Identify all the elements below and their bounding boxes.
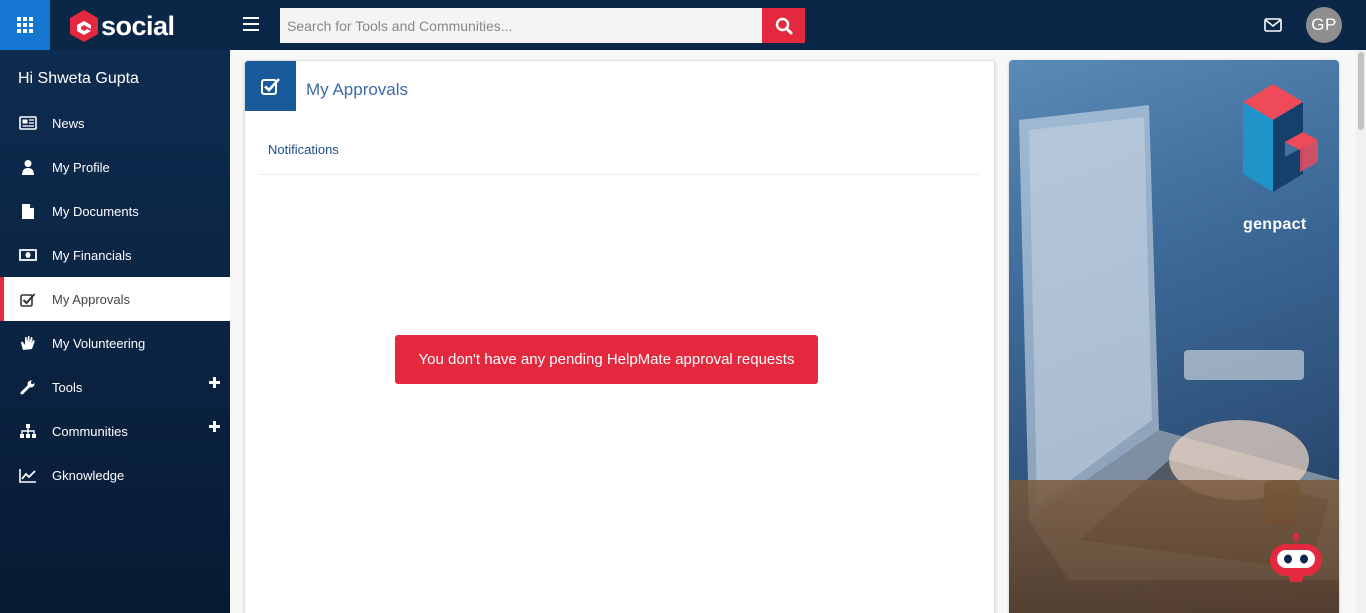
sidebar-item-my-approvals[interactable]: My Approvals bbox=[0, 277, 230, 321]
org-chart-icon bbox=[18, 421, 38, 441]
sidebar-item-label: My Financials bbox=[52, 247, 132, 263]
apps-grid-button[interactable] bbox=[0, 0, 50, 50]
sidebar-item-label: Gknowledge bbox=[52, 467, 125, 483]
sidebar-item-communities[interactable]: Communities bbox=[0, 409, 230, 453]
tab-notifications[interactable]: Notifications bbox=[268, 142, 339, 157]
sidebar-item-label: News bbox=[52, 115, 85, 131]
sidebar-item-my-financials[interactable]: My Financials bbox=[0, 233, 230, 277]
genpact-wordmark: genpact bbox=[1243, 216, 1307, 233]
helpmate-bot-icon[interactable] bbox=[1267, 530, 1325, 588]
sidebar-item-gknowledge[interactable]: Gknowledge bbox=[0, 453, 230, 497]
checkbox-icon bbox=[18, 289, 38, 309]
sidebar-item-news[interactable]: News bbox=[0, 101, 230, 145]
sidebar-item-tools[interactable]: Tools bbox=[0, 365, 230, 409]
empty-state-alert: You don't have any pending HelpMate appr… bbox=[395, 335, 818, 384]
plus-icon[interactable] bbox=[209, 377, 220, 388]
newspaper-icon bbox=[18, 113, 38, 133]
wrench-icon bbox=[18, 377, 38, 397]
hamburger-menu-icon[interactable] bbox=[243, 17, 259, 31]
card-header-icon-box bbox=[245, 61, 296, 111]
sidebar-item-label: Communities bbox=[52, 423, 128, 439]
mail-button[interactable] bbox=[1262, 15, 1283, 35]
sidebar-item-label: My Documents bbox=[52, 203, 139, 219]
sidebar-item-my-documents[interactable]: My Documents bbox=[0, 189, 230, 233]
divider bbox=[259, 174, 980, 175]
sidebar: Hi Shweta Gupta News My Profile My Docum… bbox=[0, 50, 230, 613]
search-input[interactable] bbox=[280, 8, 762, 43]
sidebar-item-my-profile[interactable]: My Profile bbox=[0, 145, 230, 189]
sidebar-item-label: Tools bbox=[52, 379, 83, 395]
hand-icon bbox=[18, 333, 38, 353]
social-logo[interactable]: social bbox=[70, 9, 175, 43]
line-chart-icon bbox=[18, 465, 38, 485]
envelope-icon bbox=[1263, 18, 1282, 32]
scrollbar-thumb[interactable] bbox=[1358, 52, 1364, 130]
search-icon bbox=[775, 17, 792, 34]
money-icon bbox=[18, 245, 38, 265]
greeting: Hi Shweta Gupta bbox=[18, 70, 139, 87]
checkbox-icon bbox=[260, 78, 280, 95]
search-button[interactable] bbox=[762, 8, 805, 43]
g-logo-icon bbox=[70, 10, 98, 42]
grid-icon bbox=[17, 17, 33, 33]
document-icon bbox=[18, 201, 38, 221]
sidebar-item-my-volunteering[interactable]: My Volunteering bbox=[0, 321, 230, 365]
user-avatar[interactable]: GP bbox=[1306, 7, 1342, 43]
user-icon bbox=[18, 157, 38, 177]
page-title: My Approvals bbox=[306, 80, 409, 99]
top-navbar: social GP bbox=[0, 0, 1366, 50]
page-scrollbar[interactable] bbox=[1356, 50, 1366, 613]
brand-name: social bbox=[101, 10, 175, 41]
genpact-logo-icon bbox=[1243, 84, 1318, 192]
plus-icon[interactable] bbox=[209, 421, 220, 432]
approvals-card: My Approvals Notifications You don't hav… bbox=[244, 60, 995, 613]
sidebar-item-label: My Profile bbox=[52, 159, 110, 175]
sidebar-item-label: My Volunteering bbox=[52, 335, 146, 351]
sidebar-item-label: My Approvals bbox=[52, 291, 131, 307]
